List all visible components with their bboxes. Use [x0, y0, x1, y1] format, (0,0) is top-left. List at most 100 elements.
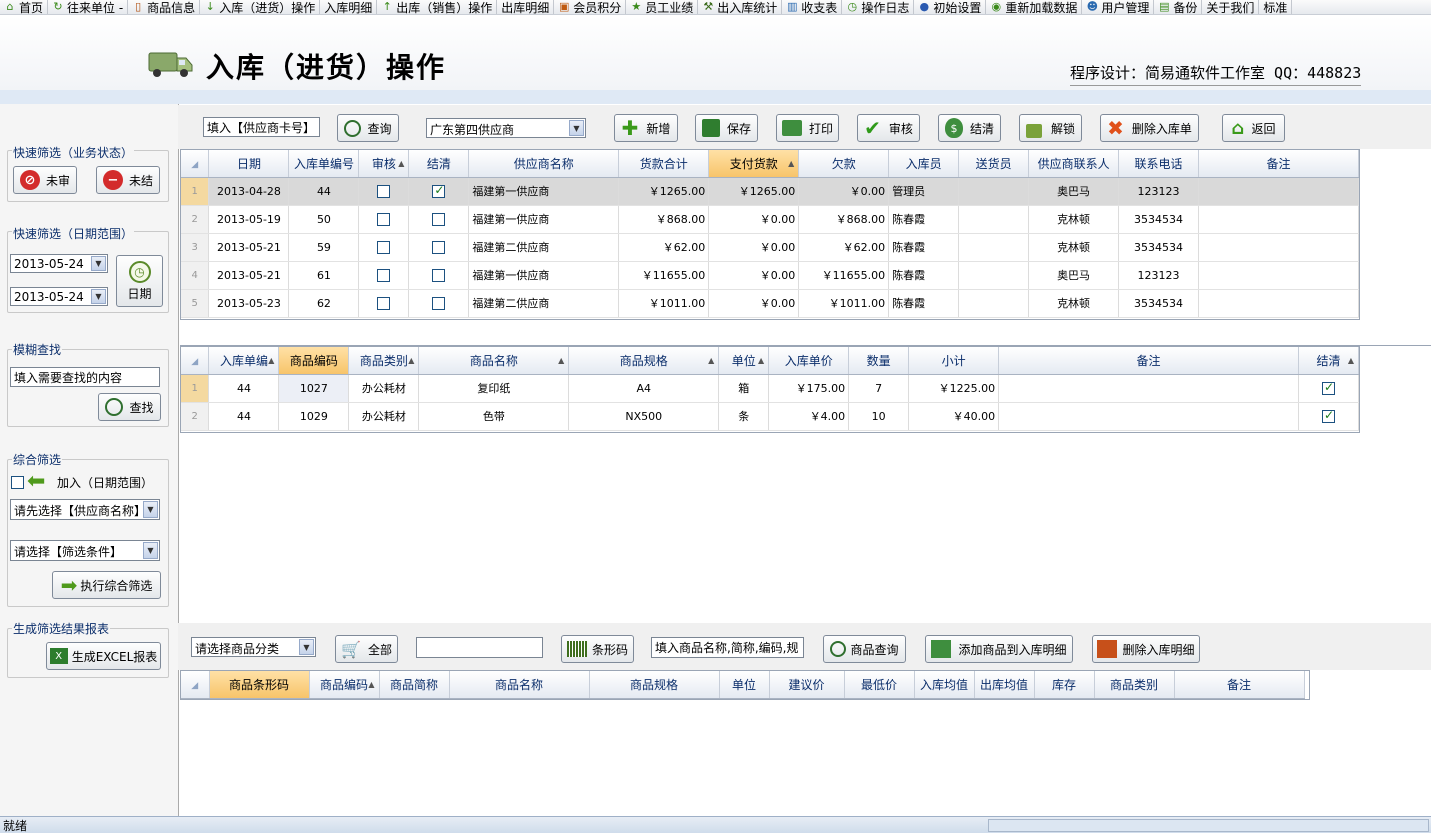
cell-contact[interactable]: 克林顿 [1028, 205, 1120, 234]
cell-deliver[interactable] [958, 233, 1030, 262]
cell-n[interactable]: 2 [181, 402, 210, 431]
all-products-button[interactable]: 🛒 全部 [335, 635, 398, 663]
settled-checkbox[interactable] [432, 240, 446, 254]
fuzzy-search-input[interactable]: 填入需要查找的内容 [10, 367, 160, 387]
chevron-down-icon[interactable]: ▼ [143, 542, 158, 559]
col-qty[interactable]: 数量 [848, 347, 910, 375]
menu-item[interactable]: ▥ 收支表 [782, 0, 843, 14]
cell-total[interactable]: ￥1265.00 [618, 177, 710, 206]
col-total[interactable]: 货款合计 [618, 150, 710, 178]
col-name[interactable]: 商品名称 [449, 671, 590, 699]
col-note[interactable]: 备注 [1174, 671, 1305, 699]
col-spec[interactable]: 商品规格 [589, 671, 720, 699]
reviewed-checkbox[interactable] [377, 240, 391, 254]
col-unit[interactable]: 单位 [719, 671, 770, 699]
cell-contact[interactable]: 奥巴马 [1028, 177, 1120, 206]
cell-paid[interactable]: ￥1265.00 [708, 177, 800, 206]
table-row[interactable]: 1 44 1027 办公耗材 复印纸 A4 箱 ￥175.00 7 ￥1225.00 [181, 374, 1360, 403]
cell-supplier[interactable]: 福建第一供应商 [468, 177, 620, 206]
col-code[interactable]: 商品编码 [278, 347, 350, 375]
cell-date[interactable]: 2013-05-23 [208, 289, 290, 318]
menu-item[interactable]: ◉ 重新加载数据 [986, 0, 1083, 14]
settled-checkbox[interactable] [432, 296, 446, 310]
cell-name[interactable]: 色带 [418, 402, 570, 431]
col-unit[interactable]: 单位 ▲ [718, 347, 770, 375]
menu-item[interactable]: 标准 [1259, 0, 1293, 14]
chevron-down-icon[interactable]: ▼ [91, 289, 106, 304]
cell-reviewed[interactable] [358, 233, 410, 262]
cell-phone[interactable]: 3534534 [1118, 205, 1200, 234]
delete-details-button[interactable]: 删除入库明细 [1092, 635, 1200, 663]
cell-spec[interactable]: A4 [568, 374, 720, 403]
cell-owed[interactable]: ￥868.00 [798, 205, 890, 234]
menu-item[interactable]: ▯ 商品信息 [128, 0, 201, 14]
cell-note[interactable] [1198, 177, 1359, 206]
corner-cell[interactable]: ◢ [181, 150, 210, 178]
menu-item[interactable]: ⌂ 首页 [0, 0, 49, 14]
cell-no[interactable]: 62 [288, 289, 360, 318]
cell-reviewed[interactable] [358, 261, 410, 290]
cell-code[interactable]: 1029 [278, 402, 350, 431]
menu-item[interactable]: ▤ 备份 [1154, 0, 1203, 14]
cell-code[interactable]: 1027 [278, 374, 350, 403]
col-suggested-price[interactable]: 建议价 [769, 671, 845, 699]
product-query-button[interactable]: 商品查询 [823, 635, 906, 663]
cell-settled[interactable] [408, 205, 470, 234]
cell-deliver[interactable] [958, 205, 1030, 234]
col-price[interactable]: 入库单价 [768, 347, 850, 375]
cell-date[interactable]: 2013-05-19 [208, 205, 290, 234]
col-deliverer[interactable]: 送货员 [958, 150, 1030, 178]
corner-cell[interactable]: ◢ [181, 671, 210, 699]
cell-clerk[interactable]: 管理员 [888, 177, 960, 206]
cell-note[interactable] [998, 402, 1299, 431]
cell-spec[interactable]: NX500 [568, 402, 720, 431]
table-row[interactable]: 2 2013-05-19 50 福建第一供应商 ￥868.00 ￥0.00 ￥868.00 陈… [181, 205, 1359, 234]
col-out-avg[interactable]: 出库均值 [974, 671, 1035, 699]
supplier-select[interactable]: 广东第四供应商 ▼ [426, 118, 586, 138]
menu-item[interactable]: ◷ 操作日志 [842, 0, 915, 14]
col-phone[interactable]: 联系电话 [1118, 150, 1200, 178]
cell-price[interactable]: ￥175.00 [768, 374, 850, 403]
col-date[interactable]: 日期 [208, 150, 290, 178]
reviewed-checkbox[interactable] [377, 184, 391, 198]
menu-item[interactable]: ★ 员工业绩 [626, 0, 699, 14]
cell-phone[interactable]: 123123 [1118, 177, 1200, 206]
date-to-picker[interactable]: 2013-05-24 ▼ [10, 287, 108, 306]
export-excel-button[interactable]: X 生成EXCEL报表 [46, 642, 161, 670]
col-short-name[interactable]: 商品简称 [379, 671, 450, 699]
cell-n[interactable]: 1 [181, 374, 210, 403]
cell-n[interactable]: 5 [181, 289, 210, 318]
col-contact[interactable]: 供应商联系人 [1028, 150, 1120, 178]
cell-supplier[interactable]: 福建第二供应商 [468, 233, 620, 262]
cell-clerk[interactable]: 陈春霞 [888, 261, 960, 290]
menu-item[interactable]: ↻ 往来单位 - [48, 0, 129, 14]
cell-category[interactable]: 办公耗材 [348, 374, 420, 403]
cell-paid[interactable]: ￥0.00 [708, 289, 800, 318]
date-from-picker[interactable]: 2013-05-24 ▼ [10, 254, 108, 273]
cell-note[interactable] [1198, 261, 1359, 290]
cell-settled[interactable] [1298, 374, 1360, 403]
menu-item[interactable]: ↓ 入库（进货）操作 [200, 0, 321, 14]
cell-owed[interactable]: ￥1011.00 [798, 289, 890, 318]
cell-deliver[interactable] [958, 261, 1030, 290]
unreviewed-filter-button[interactable]: ⊘ 未审 [13, 166, 77, 194]
cell-total[interactable]: ￥11655.00 [618, 261, 710, 290]
col-clerk[interactable]: 入库员 [888, 150, 960, 178]
cell-phone[interactable]: 123123 [1118, 261, 1200, 290]
col-subtotal[interactable]: 小计 [908, 347, 1000, 375]
cell-settled[interactable] [408, 233, 470, 262]
cell-price[interactable]: ￥4.00 [768, 402, 850, 431]
cell-reviewed[interactable] [358, 205, 410, 234]
cell-settled[interactable] [408, 177, 470, 206]
col-name[interactable]: 商品名称 ▲ [418, 347, 570, 375]
col-order-no[interactable]: 入库单编号 [288, 150, 360, 178]
back-button[interactable]: ⌂ 返回 [1222, 114, 1285, 142]
menu-item[interactable]: ▣ 会员积分 [554, 0, 627, 14]
print-button[interactable]: 打印 [776, 114, 839, 142]
cell-date[interactable]: 2013-05-21 [208, 233, 290, 262]
cell-n[interactable]: 2 [181, 205, 210, 234]
chevron-down-icon[interactable]: ▼ [299, 639, 314, 655]
cell-supplier[interactable]: 福建第一供应商 [468, 205, 620, 234]
cell-subtotal[interactable]: ￥40.00 [908, 402, 1000, 431]
chevron-down-icon[interactable]: ▼ [569, 120, 584, 136]
